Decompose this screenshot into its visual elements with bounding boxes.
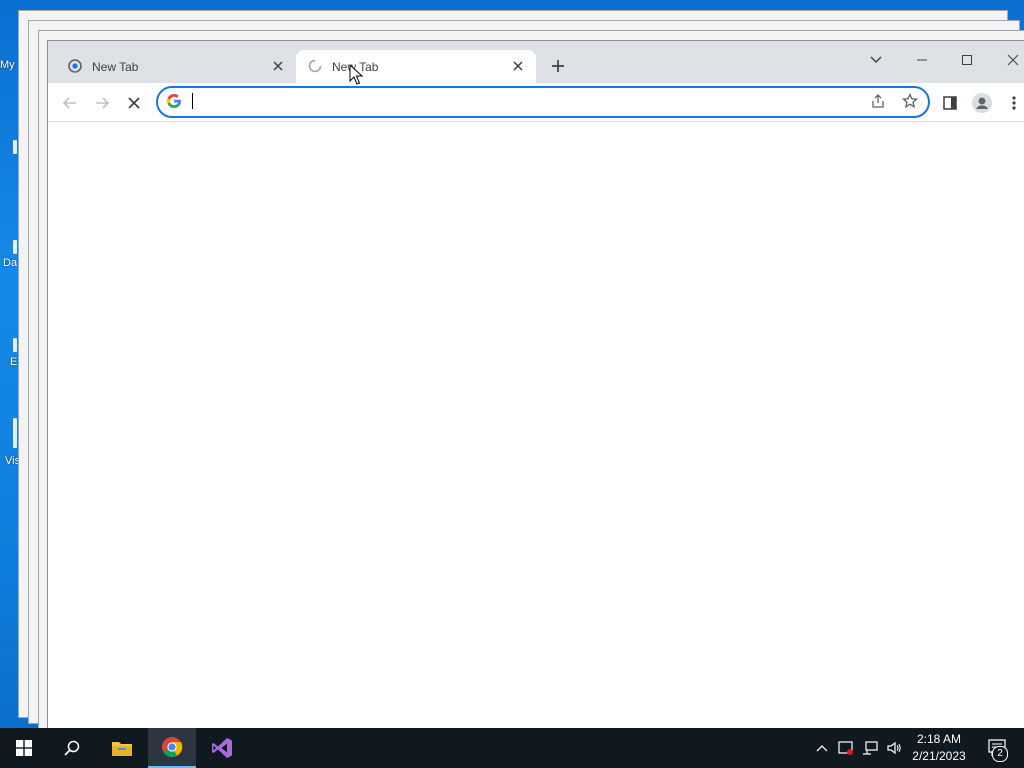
desktop-icon-fragment[interactable] — [13, 338, 17, 352]
minimize-icon — [917, 59, 927, 61]
taskbar: 2:18 AM 2/21/2023 2 — [0, 728, 1024, 768]
start-icon — [16, 740, 32, 756]
desktop-icon-label[interactable]: Da — [3, 257, 17, 269]
profile-button[interactable] — [970, 91, 994, 115]
file-explorer-button[interactable] — [98, 728, 146, 768]
stop-button[interactable] — [122, 91, 146, 115]
chevron-up-icon — [816, 745, 828, 752]
browser-window: New Tab New Tab — [47, 40, 1024, 732]
close-tab-icon[interactable] — [510, 58, 526, 74]
desktop-icon-fragment[interactable] — [13, 418, 17, 448]
tray-network-button[interactable] — [860, 728, 880, 768]
star-icon[interactable] — [901, 92, 919, 114]
close-icon — [1007, 54, 1019, 66]
side-panel-icon — [943, 96, 957, 110]
close-window-button[interactable] — [1000, 47, 1024, 73]
page-content[interactable] — [48, 122, 1024, 731]
new-tab-button[interactable] — [548, 56, 568, 76]
desktop-icon-fragment[interactable] — [13, 140, 17, 154]
tray-volume-button[interactable] — [884, 728, 904, 768]
desktop-icon-label[interactable]: E — [10, 356, 17, 368]
stop-icon — [128, 97, 140, 109]
plus-icon — [552, 60, 564, 72]
tray-security-button[interactable] — [836, 728, 856, 768]
close-tab-icon[interactable] — [270, 58, 286, 74]
clock-date[interactable]: 2/21/2023 — [904, 749, 974, 763]
tab-new-tab-2[interactable]: New Tab — [296, 50, 536, 83]
forward-button[interactable] — [90, 91, 114, 115]
google-icon — [166, 93, 182, 114]
mouse-cursor-icon — [349, 63, 364, 91]
volume-icon — [887, 741, 901, 755]
maximize-icon — [962, 55, 972, 65]
clock-time[interactable]: 2:18 AM — [904, 732, 974, 746]
tab-search-button[interactable] — [863, 47, 889, 73]
action-center-button[interactable]: 2 — [978, 728, 1018, 768]
profile-icon — [972, 93, 992, 113]
side-panel-button[interactable] — [938, 91, 962, 115]
search-button[interactable] — [48, 728, 96, 768]
notification-count-badge: 2 — [992, 746, 1008, 762]
network-icon — [863, 741, 878, 755]
text-caret — [192, 93, 193, 109]
file-explorer-icon — [112, 742, 132, 756]
visual-studio-button[interactable] — [198, 728, 246, 768]
tab-new-tab-1[interactable]: New Tab — [56, 50, 296, 83]
kebab-menu-icon — [1012, 96, 1016, 110]
chrome-icon — [162, 737, 183, 758]
back-arrow-icon — [62, 97, 76, 109]
security-alert-icon — [838, 741, 853, 755]
browser-toolbar — [48, 83, 1024, 122]
tab-strip[interactable]: New Tab New Tab — [48, 41, 1024, 83]
loading-spinner-icon — [308, 59, 322, 73]
search-icon — [64, 740, 80, 756]
minimize-button[interactable] — [909, 47, 935, 73]
tray-overflow-button[interactable] — [812, 728, 832, 768]
chrome-taskbar-button[interactable] — [148, 728, 196, 768]
visual-studio-icon — [212, 738, 232, 758]
share-icon[interactable] — [870, 93, 886, 114]
maximize-button[interactable] — [954, 47, 980, 73]
start-button[interactable] — [0, 728, 48, 768]
address-input[interactable] — [192, 91, 836, 113]
forward-arrow-icon — [96, 97, 110, 109]
chrome-icon — [68, 59, 82, 73]
chevron-down-icon — [870, 56, 882, 63]
back-button[interactable] — [58, 91, 82, 115]
tab-title: New Tab — [92, 60, 139, 74]
desktop-icon-label[interactable]: My — [0, 59, 15, 71]
address-bar[interactable] — [156, 86, 930, 118]
desktop-icon-fragment[interactable] — [13, 240, 17, 254]
menu-button[interactable] — [1002, 91, 1024, 115]
